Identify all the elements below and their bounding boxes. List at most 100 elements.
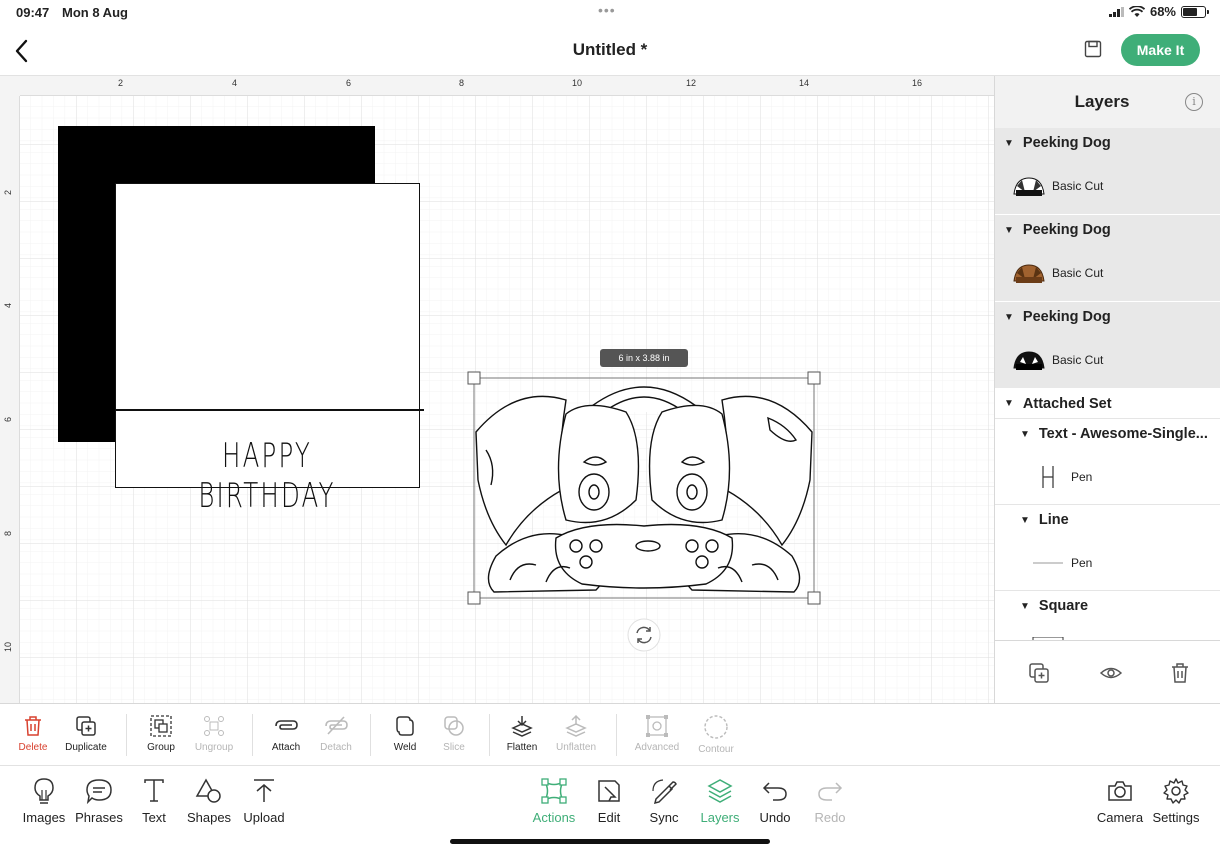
dog-thumbnail-icon xyxy=(1013,351,1045,370)
layer-group[interactable]: ▼ Peeking Dog Basic Cut xyxy=(995,215,1220,302)
weld-icon xyxy=(396,716,414,736)
toolbar-divider xyxy=(616,714,617,756)
nested-layer-item[interactable]: Pen xyxy=(995,449,1220,505)
nested-layer-header[interactable]: ▼ Square xyxy=(995,591,1220,621)
rotate-handle-icon[interactable] xyxy=(627,618,661,652)
camera-icon xyxy=(1108,781,1132,801)
ruler-top-label: 4 xyxy=(232,78,238,88)
nav-edit-label: Edit xyxy=(597,810,621,825)
caret-down-icon[interactable]: ▼ xyxy=(1004,312,1014,323)
nav-sync[interactable]: Sync xyxy=(634,777,694,825)
caret-down-icon[interactable]: ▼ xyxy=(1020,601,1030,612)
happy-birthday-text[interactable]: HAPPY BIRTHDAY xyxy=(158,436,375,516)
slice-button[interactable]: Slice xyxy=(424,714,484,753)
duplicate-label: Duplicate xyxy=(65,742,107,753)
nav-undo[interactable]: Undo xyxy=(745,777,805,825)
caret-down-icon[interactable]: ▼ xyxy=(1004,398,1014,409)
line-layer[interactable] xyxy=(115,409,424,411)
nav-actions[interactable]: Actions xyxy=(524,777,584,825)
attach-label: Attach xyxy=(271,742,301,753)
resize-handle[interactable] xyxy=(467,371,481,385)
cellular-signal-icon xyxy=(1108,6,1124,17)
layer-item[interactable]: Basic Cut xyxy=(995,332,1220,388)
layer-group-header[interactable]: ▼ Peeking Dog xyxy=(995,128,1220,158)
group-button[interactable]: Group xyxy=(131,714,191,753)
nav-edit[interactable]: Edit xyxy=(579,777,639,825)
ruler-vertical: 2 4 6 8 10 xyxy=(0,76,20,703)
undo-arrow-icon xyxy=(762,782,787,801)
make-it-button[interactable]: Make It xyxy=(1121,34,1200,66)
nav-layers[interactable]: Layers xyxy=(690,777,750,825)
multitasking-dots-icon[interactable]: ••• xyxy=(598,2,616,18)
detach-icon xyxy=(325,716,348,735)
contour-button[interactable]: Contour xyxy=(686,714,746,755)
delete-button[interactable]: Delete xyxy=(3,714,63,753)
resize-handle[interactable] xyxy=(807,591,821,605)
actions-node-icon xyxy=(541,778,567,804)
nav-text[interactable]: Text xyxy=(124,777,184,825)
text-thumbnail-icon xyxy=(1042,465,1054,488)
dog-thumbnail-icon xyxy=(1013,264,1045,283)
nav-actions-label: Actions xyxy=(532,810,576,825)
layer-list[interactable]: ▼ Peeking Dog Basic Cut ▼ Peeking Dog Basi… xyxy=(995,128,1220,640)
trash-icon[interactable] xyxy=(1168,661,1192,685)
layer-group-header[interactable]: ▼ Peeking Dog xyxy=(995,215,1220,245)
nested-layer-operation: Pen xyxy=(1071,555,1093,570)
nav-images-label: Images xyxy=(22,810,66,825)
status-right: 68% xyxy=(1108,4,1209,19)
nav-redo-label: Redo xyxy=(814,810,846,825)
ungroup-button[interactable]: Ungroup xyxy=(184,714,244,753)
duplicate-button[interactable]: Duplicate xyxy=(56,714,116,753)
advanced-label: Advanced xyxy=(634,742,680,753)
attached-set-header[interactable]: ▼ Attached Set xyxy=(995,389,1220,419)
info-icon[interactable]: i xyxy=(1185,93,1203,111)
attached-set[interactable]: ▼ Attached Set ▼ Text - Awesome-Single... … xyxy=(995,389,1220,640)
project-title: Untitled * xyxy=(572,40,648,59)
group-icon xyxy=(150,715,172,737)
unflatten-button[interactable]: Unflatten xyxy=(546,714,606,753)
flatten-button[interactable]: Flatten xyxy=(492,714,552,753)
resize-handle[interactable] xyxy=(807,371,821,385)
nested-layer-operation: Pen xyxy=(1071,469,1093,484)
flatten-icon xyxy=(511,716,533,737)
nav-layers-label: Layers xyxy=(700,810,740,825)
nav-images[interactable]: Images xyxy=(14,777,74,825)
upload-icon xyxy=(254,779,274,802)
layer-group[interactable]: ▼ Peeking Dog Basic Cut xyxy=(995,128,1220,215)
detach-button[interactable]: Detach xyxy=(306,714,366,753)
nested-layer-header[interactable]: ▼ Line xyxy=(995,505,1220,535)
speech-bubble-icon xyxy=(86,779,112,805)
nav-settings[interactable]: Settings xyxy=(1146,777,1206,825)
nav-phrases-label: Phrases xyxy=(75,810,123,825)
caret-down-icon[interactable]: ▼ xyxy=(1004,225,1014,236)
gear-icon xyxy=(1163,778,1189,804)
layer-item[interactable]: Basic Cut xyxy=(995,245,1220,301)
nested-layer-item[interactable]: Pen xyxy=(995,535,1220,591)
layer-item[interactable]: Basic Cut xyxy=(995,158,1220,214)
attached-set-name: Attached Set xyxy=(1022,395,1112,412)
visibility-eye-icon[interactable] xyxy=(1099,661,1123,685)
layers-header: Layers i xyxy=(995,76,1220,128)
resize-handle[interactable] xyxy=(467,591,481,605)
caret-down-icon[interactable]: ▼ xyxy=(1004,138,1014,149)
nested-layer-item[interactable] xyxy=(995,621,1220,640)
nav-camera[interactable]: Camera xyxy=(1090,777,1150,825)
nav-phrases[interactable]: Phrases xyxy=(69,777,129,825)
nav-redo[interactable]: Redo xyxy=(800,777,860,825)
caret-down-icon[interactable]: ▼ xyxy=(1020,515,1030,526)
ruler-top-label: 10 xyxy=(572,78,583,88)
nav-shapes[interactable]: Shapes xyxy=(179,777,239,825)
nested-layer-header[interactable]: ▼ Text - Awesome-Single... xyxy=(995,419,1220,449)
save-icon[interactable] xyxy=(1084,40,1102,58)
layer-group-header[interactable]: ▼ Peeking Dog xyxy=(995,302,1220,332)
caret-down-icon[interactable]: ▼ xyxy=(1020,429,1030,440)
home-indicator[interactable] xyxy=(450,839,770,844)
duplicate-layer-icon[interactable] xyxy=(1027,661,1051,685)
contour-icon xyxy=(704,715,728,739)
layer-group-name: Peeking Dog xyxy=(1022,135,1111,151)
peeking-dog-selection[interactable] xyxy=(466,370,822,606)
nav-upload[interactable]: Upload xyxy=(234,777,294,825)
layer-group[interactable]: ▼ Peeking Dog Basic Cut xyxy=(995,302,1220,389)
advanced-button[interactable]: Advanced xyxy=(627,714,687,753)
ruler-top-label: 14 xyxy=(799,78,810,88)
